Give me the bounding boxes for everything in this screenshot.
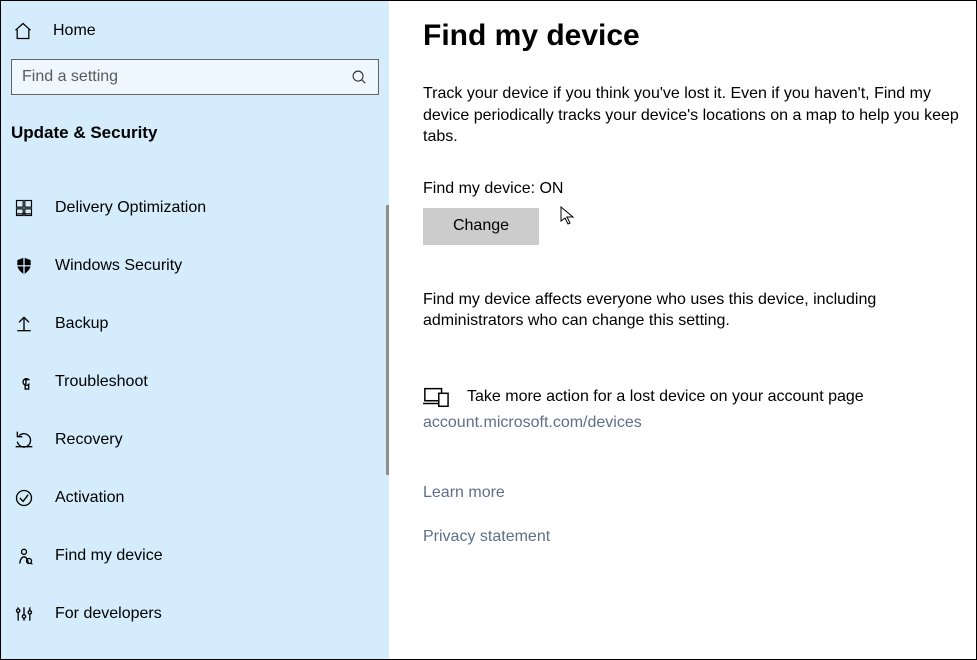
find-my-device-icon xyxy=(13,546,35,566)
sidebar-item-label: Activation xyxy=(55,489,124,507)
page-description: Track your device if you think you've lo… xyxy=(423,83,962,148)
sidebar-item-label: Backup xyxy=(55,315,108,333)
page-title: Find my device xyxy=(423,19,962,53)
search-icon xyxy=(351,69,368,86)
sidebar-item-recovery[interactable]: Recovery xyxy=(1,411,389,469)
sidebar-item-label: Troubleshoot xyxy=(55,373,148,391)
scope-note: Find my device affects everyone who uses… xyxy=(423,289,943,332)
recovery-icon xyxy=(13,430,35,450)
sidebar-item-label: Find my device xyxy=(55,547,163,565)
main-content: Find my device Track your device if you … xyxy=(389,1,976,659)
sidebar-item-activation[interactable]: Activation xyxy=(1,469,389,527)
home-icon xyxy=(13,21,33,41)
sidebar-item-label: Recovery xyxy=(55,431,123,449)
search-input[interactable] xyxy=(22,68,333,86)
search-box[interactable] xyxy=(11,59,379,95)
sidebar-item-label: For developers xyxy=(55,605,162,623)
change-button[interactable]: Change xyxy=(423,208,539,245)
action-block: Take more action for a lost device on yo… xyxy=(423,386,962,432)
sidebar: Home Update & Security Deliv xyxy=(1,1,389,659)
learn-more-link[interactable]: Learn more xyxy=(423,484,962,502)
delivery-optimization-icon xyxy=(13,198,35,218)
action-text: Take more action for a lost device on yo… xyxy=(467,388,864,406)
developers-icon xyxy=(13,604,35,624)
sidebar-item-home[interactable]: Home xyxy=(1,11,389,59)
shield-icon xyxy=(13,256,35,276)
sidebar-item-for-developers[interactable]: For developers xyxy=(1,585,389,643)
nav-list: Delivery Optimization Windows Security xyxy=(1,157,389,643)
home-label: Home xyxy=(53,22,96,40)
sidebar-item-label: Delivery Optimization xyxy=(55,199,206,217)
devices-icon xyxy=(423,386,449,408)
scrollbar[interactable] xyxy=(386,205,389,475)
sidebar-item-label: Windows Security xyxy=(55,257,182,275)
sidebar-item-delivery-optimization[interactable]: Delivery Optimization xyxy=(1,179,389,237)
wrench-icon xyxy=(13,372,35,392)
status-text: Find my device: ON xyxy=(423,180,962,198)
backup-icon xyxy=(13,314,35,334)
category-title: Update & Security xyxy=(1,95,389,157)
account-devices-link[interactable]: account.microsoft.com/devices xyxy=(423,414,962,432)
sidebar-item-windows-security[interactable]: Windows Security xyxy=(1,237,389,295)
activation-icon xyxy=(13,488,35,508)
sidebar-item-troubleshoot[interactable]: Troubleshoot xyxy=(1,353,389,411)
sidebar-item-backup[interactable]: Backup xyxy=(1,295,389,353)
sidebar-item-find-my-device[interactable]: Find my device xyxy=(1,527,389,585)
privacy-statement-link[interactable]: Privacy statement xyxy=(423,528,962,546)
